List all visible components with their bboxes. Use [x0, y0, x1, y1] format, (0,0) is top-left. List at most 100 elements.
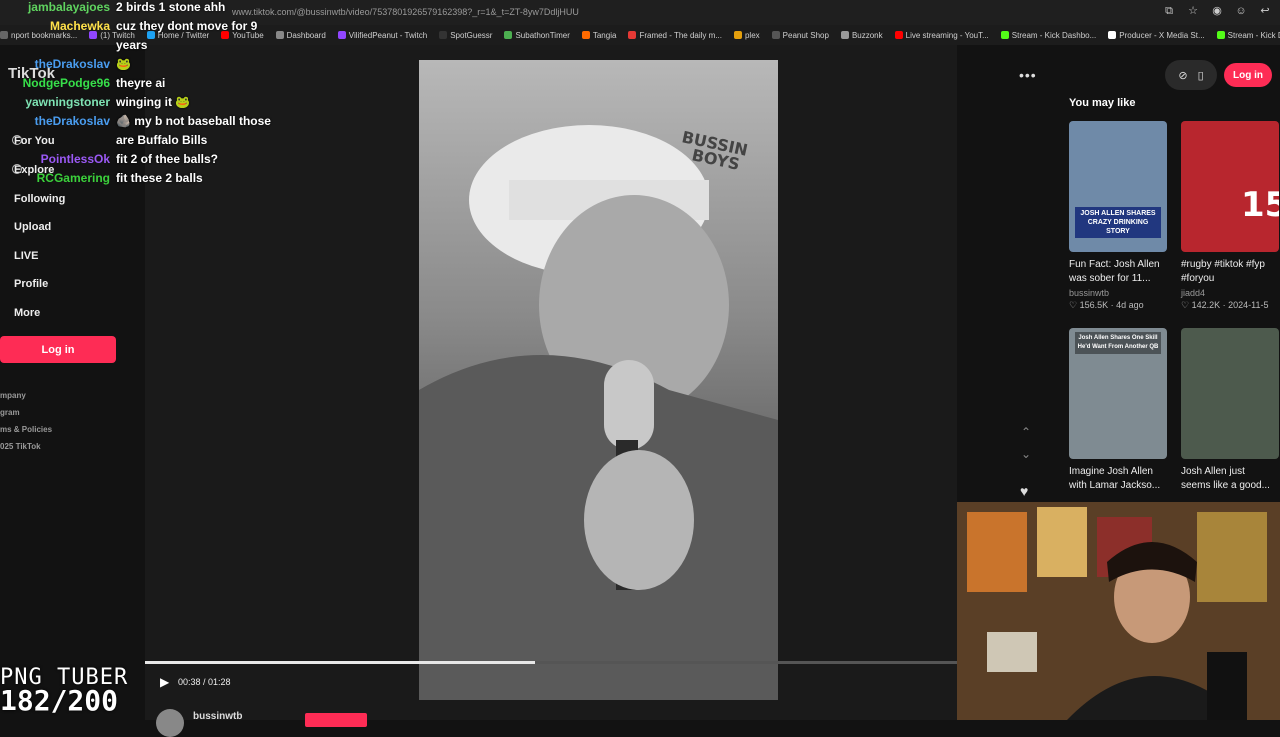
bookmark-label: Dashboard — [286, 30, 326, 40]
footer-copyright: 025 TikTok — [0, 442, 41, 451]
more-options-icon[interactable]: ••• — [1019, 67, 1037, 83]
bookmark-item[interactable]: SpotGuessr — [439, 31, 492, 40]
chat-message: PointlessOk fit 2 of thee balls? — [0, 152, 290, 171]
bookmark-label: Tangia — [592, 30, 617, 40]
chat-message: Machewka cuz they dont move for 9 — [0, 19, 290, 38]
profile-icon[interactable]: ☺ — [1234, 4, 1248, 18]
webcam-image — [957, 502, 1280, 720]
author-avatar[interactable] — [156, 709, 184, 737]
chat-text: cuz they dont move for 9 — [116, 19, 258, 33]
recommended-card[interactable]: JOSH ALLEN SHARES CRAZY DRINKING STORY F… — [1069, 121, 1167, 311]
card-thumbnail[interactable]: JOSH ALLEN SHARES CRAZY DRINKING STORY — [1069, 121, 1167, 252]
chat-username: RCGamering — [36, 171, 110, 185]
nav-more[interactable]: More — [14, 307, 40, 319]
recommended-card[interactable]: Josh Allen Shares One Skill He'd Want Fr… — [1069, 328, 1167, 493]
screenshot-icon[interactable]: ⧉ — [1162, 4, 1176, 18]
time-display: 00:38 / 01:28 — [178, 677, 231, 687]
recommended-card[interactable]: Josh Allen just seems like a good... — [1181, 328, 1279, 493]
bookmark-item[interactable]: SubathonTimer — [504, 30, 570, 40]
bookmark-label: plex — [744, 30, 760, 40]
chat-text: theyre ai — [116, 76, 166, 90]
chat-text: fit 2 of thee balls? — [116, 152, 219, 166]
play-icon[interactable]: ▶ — [160, 675, 169, 689]
card-thumbnail[interactable]: Josh Allen Shares One Skill He'd Want Fr… — [1069, 328, 1167, 459]
bookmark-item[interactable]: Peanut Shop — [771, 30, 829, 40]
back-icon[interactable]: ↩ — [1258, 4, 1272, 18]
card-author[interactable]: bussinwtb — [1069, 288, 1167, 298]
bookmark-favicon-icon — [840, 31, 849, 39]
card-title: Fun Fact: Josh Allen was sober for 11... — [1069, 259, 1160, 284]
progress-bar[interactable] — [145, 661, 957, 664]
chat-message: theDrakoslav 🪨 my b not baseball those — [0, 114, 290, 133]
coin-icon[interactable]: ⊘ — [1178, 69, 1187, 82]
bookmark-item[interactable]: Tangia — [581, 30, 617, 40]
nav-live[interactable]: LIVE — [14, 250, 38, 262]
bookmark-favicon-icon — [337, 31, 346, 39]
author-name[interactable]: bussinwtb — [193, 711, 242, 722]
card-author[interactable]: jiadd4 — [1181, 288, 1279, 298]
chat-message: theDrakoslav 🐸 — [0, 57, 290, 76]
chevron-up-icon[interactable]: ⌃ — [1021, 425, 1031, 439]
login-button[interactable]: Log in — [0, 336, 116, 363]
bookmark-item[interactable]: Stream - Kick Dashbo... — [1216, 31, 1280, 40]
chat-message: yawningstoner winging it 🐸 — [0, 95, 290, 114]
bookmark-item[interactable]: Buzzonk — [840, 30, 883, 40]
bookmark-item[interactable]: Stream - Kick Dashbo... — [1000, 30, 1097, 40]
footer-company-link[interactable]: mpany — [0, 391, 26, 400]
recommended-card[interactable]: 15 #rugby #tiktok #fyp #foryou jiadd4 ♡ 1… — [1181, 121, 1279, 311]
card-stats: ♡ 156.5K · 4d ago — [1069, 300, 1144, 310]
nav-following[interactable]: Following — [14, 193, 65, 205]
thumbnail-caption: JOSH ALLEN SHARES CRAZY DRINKING STORY — [1075, 207, 1161, 238]
login-button-top[interactable]: Log in — [1224, 63, 1272, 87]
chat-text: are Buffalo Bills — [116, 133, 208, 147]
bookmark-favicon-icon — [733, 31, 742, 39]
bookmark-item[interactable]: plex — [733, 30, 760, 40]
nav-upload[interactable]: Upload — [14, 221, 51, 233]
svg-text:15: 15 — [1241, 185, 1279, 225]
extension-icon[interactable]: ◉ — [1210, 4, 1224, 18]
star-icon[interactable]: ☆ — [1186, 4, 1200, 18]
card-stats: ♡ 142.2K · 2024-11-5 — [1181, 300, 1269, 310]
chat-text: fit these 2 balls — [116, 171, 203, 185]
chat-text: years — [116, 38, 148, 52]
bookmark-label: Peanut Shop — [782, 30, 829, 40]
heart-icon[interactable]: ♥ — [1020, 483, 1028, 499]
top-actions: ⊘ ▯ — [1165, 60, 1217, 90]
chat-username: NodgePodge96 — [22, 76, 110, 90]
bookmark-label: SubathonTimer — [515, 30, 570, 40]
bookmark-label: Buzzonk — [851, 30, 883, 40]
chat-message: years — [0, 38, 290, 57]
phone-icon[interactable]: ▯ — [1198, 69, 1204, 82]
bookmark-favicon-icon — [1108, 31, 1117, 39]
chat-username: theDrakoslav — [34, 114, 110, 128]
chat-message: jambalayajoes 2 birds 1 stone ahh — [0, 0, 290, 19]
bookmark-favicon-icon — [894, 31, 903, 39]
chevron-down-icon[interactable]: ⌄ — [1021, 447, 1031, 461]
card-thumbnail[interactable] — [1181, 328, 1279, 459]
bookmark-favicon-icon — [1216, 31, 1225, 39]
bookmark-label: Producer - X Media St... — [1119, 30, 1205, 40]
bookmark-label: Framed - The daily m... — [639, 30, 722, 40]
chat-text: 🪨 my b not baseball those — [116, 114, 271, 128]
bookmark-item[interactable]: Live streaming - YouT... — [894, 31, 989, 40]
bookmark-favicon-icon — [628, 31, 637, 39]
bookmark-item[interactable]: Framed - The daily m... — [628, 31, 722, 40]
bookmark-item[interactable]: Producer - X Media St... — [1108, 30, 1205, 40]
bookmark-favicon-icon — [439, 31, 448, 39]
chat-message: RCGamering fit these 2 balls — [0, 171, 290, 190]
footer-program-link[interactable]: gram — [0, 408, 20, 417]
chat-username: theDrakoslav — [34, 57, 110, 71]
chat-text: 2 birds 1 stone ahh — [116, 0, 226, 14]
stream-chat-overlay: jambalayajoes 2 birds 1 stone ahh Machewka… — [0, 0, 290, 190]
nav-profile[interactable]: Profile — [14, 278, 48, 290]
video-player[interactable]: BUSSIN BOYS — [419, 60, 778, 700]
footer-terms-link[interactable]: ms & Policies — [0, 425, 52, 434]
bookmark-item[interactable]: VilifiedPeanut - Twitch — [337, 30, 428, 40]
chat-username: PointlessOk — [40, 152, 110, 166]
bookmark-favicon-icon — [1000, 31, 1009, 39]
card-thumbnail[interactable]: 15 — [1181, 121, 1279, 252]
follow-button[interactable] — [305, 713, 367, 727]
bookmark-label: VilifiedPeanut - Twitch — [348, 30, 428, 40]
bookmark-label: Stream - Kick Dashbo... — [1011, 30, 1097, 40]
card-title: Josh Allen just seems like a good... — [1181, 466, 1270, 491]
